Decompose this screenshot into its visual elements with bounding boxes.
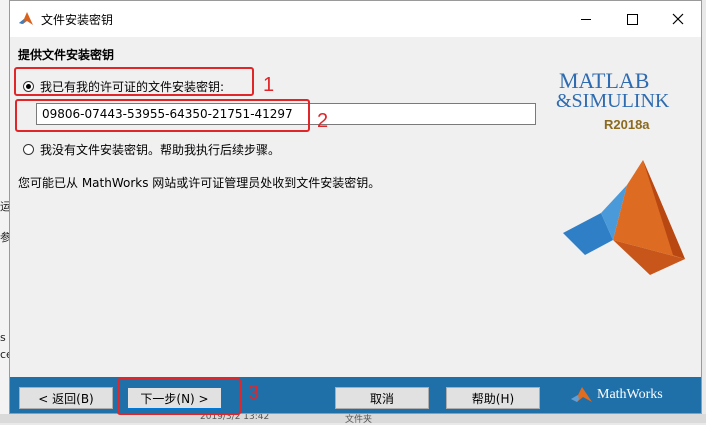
- matlab-app-icon: [19, 12, 33, 25]
- info-text: 您可能已从 MathWorks 网站或许可证管理员处收到文件安装密钥。: [18, 176, 381, 190]
- minimize-button[interactable]: [563, 1, 609, 37]
- close-button[interactable]: [655, 1, 701, 37]
- maximize-button[interactable]: [609, 1, 655, 37]
- no-key-option[interactable]: 我没有文件安装密钥。帮助我执行后续步骤。: [23, 141, 280, 158]
- no-key-label: 我没有文件安装密钥。帮助我执行后续步骤。: [40, 143, 281, 157]
- annotation-box-3: [117, 378, 241, 415]
- installer-dialog: 文件安装密钥 提供文件安装密钥 我已有我的许可证的文件安装密钥: 1 2 我没有…: [9, 0, 702, 415]
- annotation-box-2: [15, 99, 310, 132]
- mathworks-logo: MathWorks: [571, 386, 663, 404]
- help-button[interactable]: 帮助(H): [446, 387, 540, 409]
- matlab-membrane-icon: [563, 160, 685, 275]
- maximize-icon: [626, 13, 638, 25]
- logo-simulink-text: &SIMULINK: [556, 90, 670, 112]
- annotation-number-3: 3: [248, 382, 260, 404]
- close-icon: [672, 13, 684, 25]
- release-label: R2018a: [604, 117, 650, 132]
- mathworks-icon: [571, 387, 592, 402]
- mathworks-text: MathWorks: [597, 387, 663, 402]
- annotation-number-1: 1: [263, 74, 275, 96]
- annotation-number-2: 2: [317, 110, 329, 132]
- button-bar: < 返回(B) 下一步(N) > 3 取消 帮助(H) MathWorks: [10, 377, 701, 415]
- minimize-icon: [581, 18, 591, 20]
- dialog-content: 提供文件安装密钥 我已有我的许可证的文件安装密钥: 1 2 我没有文件安装密钥。…: [10, 37, 701, 377]
- cancel-button[interactable]: 取消: [335, 387, 429, 409]
- window-title: 文件安装密钥: [41, 13, 114, 27]
- radio-unchecked-icon[interactable]: [23, 144, 34, 155]
- title-bar[interactable]: 文件安装密钥: [10, 1, 701, 37]
- back-button[interactable]: < 返回(B): [19, 387, 113, 409]
- background-text: s: [0, 331, 6, 344]
- annotation-box-1: [14, 67, 254, 96]
- section-title: 提供文件安装密钥: [18, 48, 115, 62]
